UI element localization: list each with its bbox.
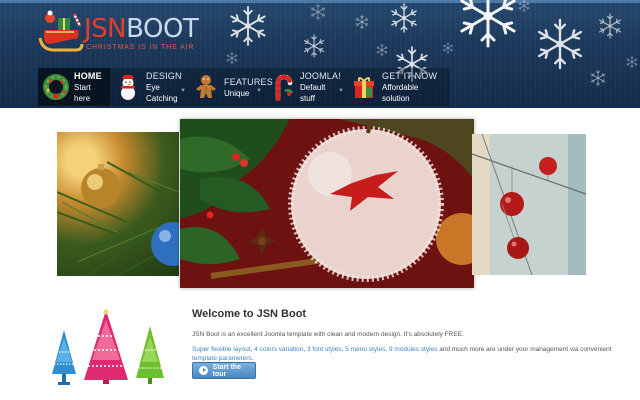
candy-cane-icon [275, 74, 294, 101]
link-menu-styles[interactable]: 5 menu styles [345, 346, 385, 353]
welcome-title: Welcome to JSN Boot [192, 308, 307, 320]
slide-christmas-tree[interactable] [57, 132, 179, 276]
gift-box-icon [354, 77, 374, 98]
link-font-styles[interactable]: 3 font styles [307, 346, 342, 353]
features-end-text: . [251, 355, 254, 362]
welcome-module: Welcome to JSN Boot JSN Boot is an excel… [192, 307, 622, 379]
start-tour-button[interactable]: Start the tour [192, 362, 256, 379]
link-colors-variation[interactable]: 4 colors variation [254, 346, 303, 353]
link-flexible-layout[interactable]: Super flexible layout [192, 346, 251, 353]
start-tour-label: Start the tour [212, 363, 242, 378]
logo-tagline: CHRISTMAS IS IN THE AIR [86, 44, 195, 51]
site-logo[interactable]: JSNBOOT CHRISTMAS IS IN THE AIR [36, 8, 199, 60]
link-modules-styles[interactable]: 9 modules styles [389, 346, 437, 353]
sleigh-icon [38, 10, 84, 52]
menu-item-joomla[interactable]: JOOMLA! Default stuff ▼ [264, 68, 346, 106]
menu-item-get-it-now[interactable]: GET IT NOW Affordable solution [346, 68, 450, 106]
slide-hanging-baubles[interactable] [472, 134, 586, 275]
pink-tree [84, 309, 128, 384]
wreath-icon [43, 74, 69, 100]
christmas-trees-illustration [52, 309, 164, 385]
slide-frosted-apple[interactable] [180, 119, 474, 288]
link-template-parameters[interactable]: template parameters [192, 355, 252, 362]
snowman-icon [121, 75, 135, 100]
frosted-apple-photo [180, 119, 474, 288]
green-tree [136, 326, 164, 384]
menu-item-home-title: HOME [74, 71, 102, 81]
christmas-tree-ornaments-photo [57, 161, 179, 276]
logo-wordmark: JSNBOOT [84, 14, 199, 44]
features-suffix-text: and much more are under your management … [437, 346, 612, 353]
gingerbread-man-icon [196, 75, 216, 98]
menu-item-joomla-subtitle: Default stuff [300, 83, 326, 103]
logo-brand-part2: BOOT [126, 14, 199, 44]
menu-item-design[interactable]: DESIGN Eye Catching ▼ [110, 68, 188, 106]
site-header: JSNBOOT CHRISTMAS IS IN THE AIR HOME Sta… [0, 0, 640, 108]
welcome-description: JSN Boot is an excellent Joomla template… [192, 331, 464, 338]
menu-item-features[interactable]: FEATURES Unique ▼ [188, 68, 273, 106]
menu-item-design-title: DESIGN [146, 71, 182, 81]
menu-item-home[interactable]: HOME Start here [38, 68, 110, 106]
blue-tree [52, 330, 76, 385]
menu-item-home-subtitle: Start here [74, 83, 91, 103]
hanging-red-baubles-photo [472, 134, 586, 275]
menu-item-get-it-now-title: GET IT NOW [382, 71, 438, 81]
main-menu: HOME Start here DESIGN Eye Catching ▼ FE… [38, 68, 450, 106]
menu-item-get-it-now-subtitle: Affordable solution [382, 83, 419, 103]
chevron-down-icon: ▼ [338, 88, 344, 94]
logo-brand-part1: JSN [84, 14, 127, 44]
menu-item-joomla-title: JOOMLA! [300, 71, 341, 81]
play-icon [199, 366, 208, 375]
chevron-down-icon: ▼ [180, 88, 186, 94]
menu-item-design-subtitle: Eye Catching [146, 83, 178, 103]
welcome-features-text: Super flexible layout, 4 colors variatio… [192, 346, 612, 362]
chevron-down-icon: ▼ [256, 88, 262, 94]
